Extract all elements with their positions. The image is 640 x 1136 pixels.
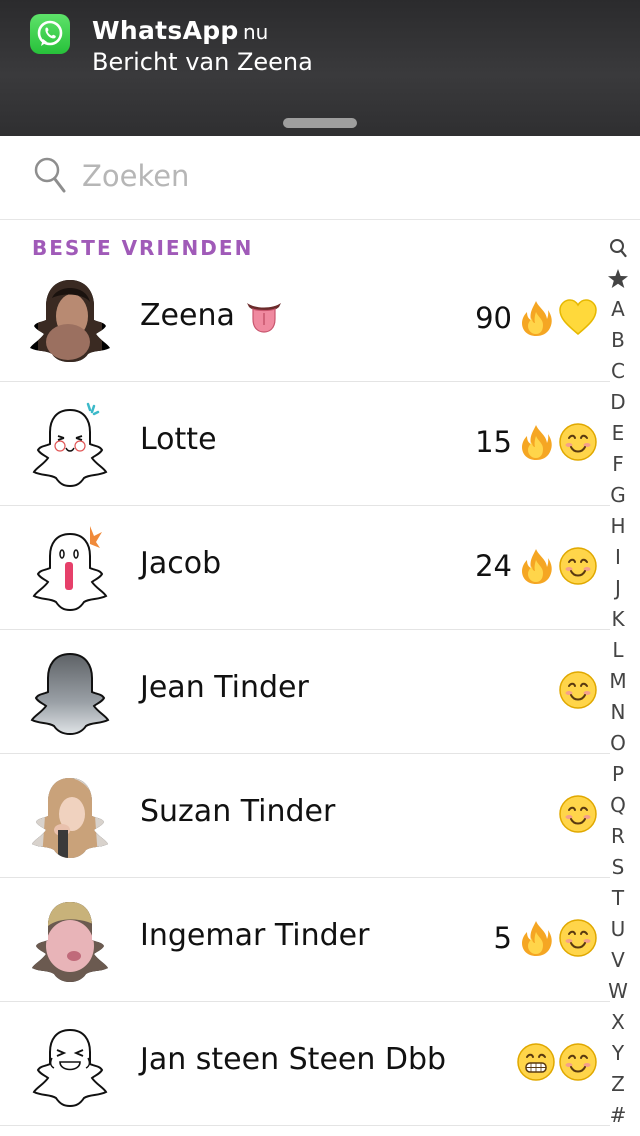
streak-count: 15 (475, 425, 512, 459)
index-letter[interactable]: C (611, 356, 625, 387)
index-letter[interactable]: X (611, 1007, 625, 1038)
friend-meta (516, 1040, 598, 1084)
ghost-grey-avatar (30, 652, 110, 736)
notification-app-name: WhatsApp (92, 16, 239, 45)
friend-meta (558, 668, 598, 712)
grin-emoji (517, 1043, 555, 1081)
friend-row[interactable]: Jacob 24 (0, 506, 640, 630)
index-letter[interactable]: T (612, 883, 624, 914)
friend-name: Ingemar Tinder (140, 918, 370, 953)
friend-meta: 15 (475, 420, 598, 464)
friend-list: Zeena 90 Lotte 15 Jacob 24 Jean Tinder S… (0, 258, 640, 1126)
friend-row[interactable]: Lotte 15 (0, 382, 640, 506)
notification-grabber[interactable] (283, 118, 357, 128)
smile-emoji (559, 423, 597, 461)
index-letter[interactable]: J (615, 573, 621, 604)
friend-name: Jan steen Steen Dbb (140, 1042, 447, 1077)
streak-count: 90 (475, 301, 512, 335)
friend-name-text: Zeena (140, 298, 235, 333)
photo-avatar (32, 902, 108, 982)
friend-name: Jacob (140, 546, 222, 581)
friend-row[interactable]: Zeena 90 (0, 258, 640, 382)
friend-meta: 90 (475, 296, 598, 340)
fire-emoji (522, 425, 552, 460)
index-letter[interactable]: W (608, 976, 628, 1007)
row-divider (0, 1125, 610, 1126)
index-letter[interactable]: M (609, 666, 626, 697)
alphabet-index[interactable]: A B C D E F G H I J K L M N O P Q R S T U V W X Y Z # (604, 232, 632, 1131)
index-letter[interactable]: S (612, 852, 625, 883)
friend-row[interactable]: Suzan Tinder (0, 754, 640, 878)
friend-name: Zeena (140, 298, 283, 333)
index-letter[interactable]: F (612, 449, 624, 480)
index-letter[interactable]: I (615, 542, 621, 573)
streak-count: 24 (475, 549, 512, 583)
search-input[interactable] (82, 154, 562, 198)
index-search-icon[interactable] (604, 232, 632, 263)
friend-name: Lotte (140, 422, 217, 457)
index-letter[interactable]: P (612, 759, 624, 790)
index-letter[interactable]: B (611, 325, 625, 356)
fire-emoji (522, 301, 552, 336)
smile-emoji (559, 671, 597, 709)
friend-row[interactable]: Jan steen Steen Dbb (0, 1002, 640, 1126)
friend-row[interactable]: Jean Tinder (0, 630, 640, 754)
smile-emoji (559, 547, 597, 585)
tongue-emoji (246, 303, 281, 333)
index-letter[interactable]: V (611, 945, 625, 976)
friend-meta: 5 (494, 916, 598, 960)
index-star-icon[interactable] (604, 263, 632, 294)
yellow-heart-emoji (559, 299, 597, 335)
notification-banner[interactable]: WhatsApp nu Bericht van Zeena (0, 0, 640, 136)
index-letter[interactable]: H (610, 511, 625, 542)
fire-emoji (522, 921, 552, 956)
ghost-laughing-avatar (32, 1028, 108, 1108)
smile-emoji (559, 1043, 597, 1081)
notification-message: Bericht van Zeena (92, 48, 313, 76)
index-letter[interactable]: Y (612, 1038, 624, 1069)
friend-row[interactable]: Ingemar Tinder 5 (0, 878, 640, 1002)
section-title-best-friends: BESTE VRIENDEN (32, 236, 254, 260)
ghost-screaming-avatar (32, 526, 108, 612)
index-letter[interactable]: D (610, 387, 625, 418)
whatsapp-icon (30, 14, 70, 54)
fire-emoji (522, 549, 552, 584)
index-letter[interactable]: A (611, 294, 625, 325)
smile-emoji (559, 919, 597, 957)
index-letter[interactable]: # (610, 1100, 627, 1131)
search-bar[interactable] (0, 136, 640, 220)
smile-emoji (559, 795, 597, 833)
streak-count: 5 (493, 921, 512, 955)
notification-time: nu (243, 20, 269, 44)
friend-name: Suzan Tinder (140, 794, 336, 829)
index-letter[interactable]: N (611, 697, 626, 728)
index-letter[interactable]: K (611, 604, 624, 635)
search-icon (34, 157, 66, 193)
photo-avatar (32, 778, 108, 858)
ghost-blushing-avatar (32, 402, 108, 488)
index-letter[interactable]: Z (611, 1069, 625, 1100)
index-letter[interactable]: Q (610, 790, 626, 821)
index-letter[interactable]: U (611, 914, 626, 945)
photo-avatar (30, 280, 110, 362)
index-letter[interactable]: L (612, 635, 623, 666)
index-letter[interactable]: E (612, 418, 625, 449)
index-letter[interactable]: R (611, 821, 625, 852)
index-letter[interactable]: G (610, 480, 626, 511)
friend-meta: 24 (475, 544, 598, 588)
friend-name: Jean Tinder (140, 670, 309, 705)
friend-meta (558, 792, 598, 836)
index-letter[interactable]: O (610, 728, 626, 759)
